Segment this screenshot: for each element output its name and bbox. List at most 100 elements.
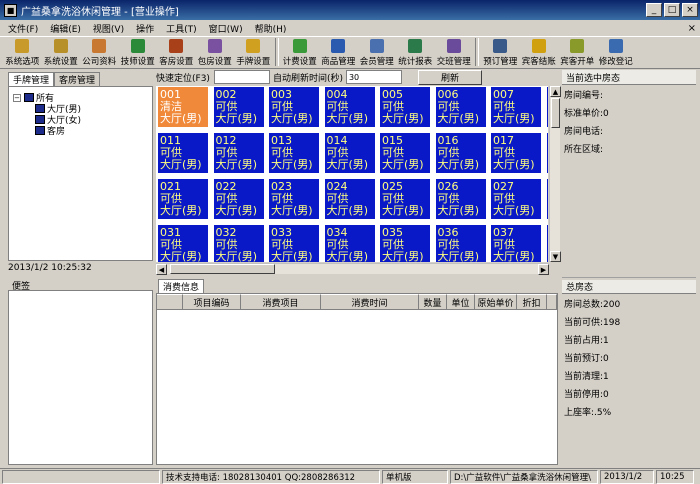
room-tile[interactable]: 012 可供 大厅(男) bbox=[212, 132, 265, 174]
table-header-blank[interactable] bbox=[157, 294, 183, 310]
scroll-up-icon[interactable]: ▲ bbox=[550, 86, 561, 97]
menu-bar: 文件(F) 编辑(E) 视图(V) 操作 工具(T) 窗口(W) 帮助(H) × bbox=[0, 20, 700, 37]
table-header-cell[interactable]: 消费时间 bbox=[321, 294, 419, 310]
room-tile[interactable]: 023 可供 大厅(男) bbox=[268, 178, 320, 220]
table-header-cell[interactable]: 数量 bbox=[419, 294, 447, 310]
room-tile[interactable]: 015 可供 大厅(男) bbox=[379, 132, 431, 174]
room-tile[interactable]: 035 可供 大厅(男) bbox=[379, 224, 431, 262]
toolbar-button-11[interactable]: 交班管理 bbox=[435, 36, 474, 68]
room-tile[interactable]: 005 可供 大厅(男) bbox=[379, 86, 431, 128]
room-tile-partial[interactable] bbox=[545, 224, 548, 262]
status-time: 10:25 bbox=[656, 469, 694, 484]
toolbar-button-10[interactable]: 统计报表 bbox=[396, 36, 435, 68]
toolbar-separator bbox=[475, 38, 479, 66]
maximize-button[interactable]: □ bbox=[664, 3, 680, 17]
room-tile[interactable]: 006 可供 大厅(男) bbox=[434, 86, 487, 128]
toolbar-button-15[interactable]: 修改登记 bbox=[597, 36, 636, 68]
room-tile[interactable]: 036 可供 大厅(男) bbox=[434, 224, 487, 262]
menu-operation[interactable]: 操作 bbox=[130, 22, 160, 35]
app-icon[interactable]: ■ bbox=[4, 3, 17, 17]
room-area: 大厅(男) bbox=[437, 112, 480, 125]
room-tile[interactable]: 002 可供 大厅(男) bbox=[212, 86, 265, 128]
scroll-thumb[interactable] bbox=[170, 264, 275, 274]
window-title: 广益桑拿洗浴休闲管理 - [营业操作] bbox=[21, 6, 179, 18]
scroll-down-icon[interactable]: ▼ bbox=[550, 251, 561, 262]
scroll-right-icon[interactable]: ▶ bbox=[538, 264, 549, 275]
scroll-thumb[interactable] bbox=[551, 98, 560, 128]
toolbar-button-14[interactable]: 宾客开单 bbox=[558, 36, 597, 68]
room-tile-partial[interactable] bbox=[545, 178, 548, 220]
mdi-close-icon[interactable]: × bbox=[688, 23, 696, 34]
room-area: 大厅(男) bbox=[271, 112, 313, 125]
room-tile[interactable]: 025 可供 大厅(男) bbox=[379, 178, 431, 220]
table-header-cell[interactable]: 折扣 bbox=[517, 294, 547, 310]
toolbar-button-8[interactable]: 商品管理 bbox=[319, 36, 358, 68]
menu-file[interactable]: 文件(F) bbox=[2, 22, 44, 35]
toolbar-button-12[interactable]: 预订管理 bbox=[481, 36, 520, 68]
table-header-cell[interactable]: 原始单价 bbox=[475, 294, 517, 310]
room-tile[interactable]: 024 可供 大厅(男) bbox=[323, 178, 376, 220]
toolbar-button-5[interactable]: 包房设置 bbox=[196, 36, 235, 68]
room-tile-partial[interactable] bbox=[545, 132, 548, 174]
toolbar-label: 宾客结账 bbox=[521, 57, 556, 67]
room-tile[interactable]: 007 可供 大厅(男) bbox=[490, 86, 542, 128]
toolbar-button-13[interactable]: 宾客结账 bbox=[520, 36, 559, 68]
room-tile[interactable]: 021 可供 大厅(男) bbox=[157, 178, 209, 220]
menu-tools[interactable]: 工具(T) bbox=[160, 22, 203, 35]
room-tile[interactable]: 022 可供 大厅(男) bbox=[212, 178, 265, 220]
room-tile[interactable]: 026 可供 大厅(男) bbox=[434, 178, 487, 220]
room-tile[interactable]: 033 可供 大厅(男) bbox=[268, 224, 320, 262]
room-tile[interactable]: 004 可供 大厅(男) bbox=[323, 86, 376, 128]
close-button[interactable]: × bbox=[682, 3, 698, 17]
room-area: 大厅(男) bbox=[271, 158, 313, 171]
room-tile[interactable]: 013 可供 大厅(男) bbox=[268, 132, 320, 174]
table-header-cell[interactable]: 项目编码 bbox=[183, 294, 241, 310]
menu-help[interactable]: 帮助(H) bbox=[249, 22, 293, 35]
consumption-table: 项目编码 消费项目 消费时间 数量 单位 原始单价 折扣 bbox=[156, 293, 558, 465]
refresh-interval-input[interactable]: 30 bbox=[345, 70, 402, 84]
toolbar-button-9[interactable]: 会员管理 bbox=[358, 36, 397, 68]
quick-locate-input[interactable] bbox=[213, 70, 270, 84]
toolbar-label: 包房设置 bbox=[197, 57, 232, 67]
tab-hand-tag[interactable]: 手牌管理 bbox=[8, 72, 55, 86]
room-tile[interactable]: 011 可供 大厅(男) bbox=[157, 132, 209, 174]
room-tile[interactable]: 032 可供 大厅(男) bbox=[212, 224, 265, 262]
table-header-blank[interactable] bbox=[547, 294, 557, 310]
room-tile[interactable]: 031 可供 大厅(男) bbox=[157, 224, 209, 262]
room-area: 大厅(男) bbox=[271, 204, 313, 217]
collapse-icon[interactable]: − bbox=[13, 93, 21, 102]
room-tile[interactable]: 027 可供 大厅(男) bbox=[490, 178, 542, 220]
refresh-button[interactable]: 刷新 bbox=[417, 69, 482, 85]
toolbar-button-7[interactable]: 计费设置 bbox=[281, 36, 320, 68]
room-tile[interactable]: 001 清洁 大厅(男) bbox=[157, 86, 209, 128]
menu-view[interactable]: 视图(V) bbox=[87, 22, 130, 35]
tab-consumption[interactable]: 消费信息 bbox=[158, 279, 205, 293]
toolbar-button-6[interactable]: 手牌设置 bbox=[234, 36, 273, 68]
scroll-left-icon[interactable]: ◀ bbox=[156, 264, 167, 275]
note-textarea[interactable] bbox=[8, 290, 153, 465]
table-header-cell[interactable]: 单位 bbox=[447, 294, 475, 310]
minimize-button[interactable]: _ bbox=[646, 3, 662, 17]
toolbar-button-4[interactable]: 客房设置 bbox=[157, 36, 196, 68]
room-tile[interactable]: 003 可供 大厅(男) bbox=[268, 86, 320, 128]
tree-node-rooms[interactable]: 客房 bbox=[35, 124, 65, 137]
toolbar-button-3[interactable]: 技师设置 bbox=[119, 36, 158, 68]
room-tile-partial[interactable] bbox=[545, 86, 548, 128]
table-header-cell[interactable]: 消费项目 bbox=[241, 294, 321, 310]
room-tile[interactable]: 016 可供 大厅(男) bbox=[434, 132, 487, 174]
room-tile[interactable]: 017 可供 大厅(男) bbox=[490, 132, 542, 174]
room-tile[interactable]: 014 可供 大厅(男) bbox=[323, 132, 376, 174]
quick-locate-label: 快速定位(F3) bbox=[156, 73, 210, 84]
toolbar-label: 客房设置 bbox=[159, 57, 194, 67]
toolbar-button-1[interactable]: 系统设置 bbox=[42, 36, 81, 68]
tab-room-management[interactable]: 客房管理 bbox=[54, 72, 101, 86]
room-area: 大厅(男) bbox=[493, 250, 535, 263]
room-grid-hscrollbar[interactable]: ◀ ▶ bbox=[156, 263, 549, 275]
room-tile[interactable]: 034 可供 大厅(男) bbox=[323, 224, 376, 262]
menu-window[interactable]: 窗口(W) bbox=[203, 22, 249, 35]
toolbar-button-2[interactable]: 公司资料 bbox=[80, 36, 119, 68]
room-tile[interactable]: 037 可供 大厅(男) bbox=[490, 224, 542, 262]
toolbar-button-0[interactable]: 系统选项 bbox=[3, 36, 42, 68]
room-grid-vscrollbar[interactable]: ▲ ▼ bbox=[549, 86, 561, 262]
menu-edit[interactable]: 编辑(E) bbox=[44, 22, 87, 35]
